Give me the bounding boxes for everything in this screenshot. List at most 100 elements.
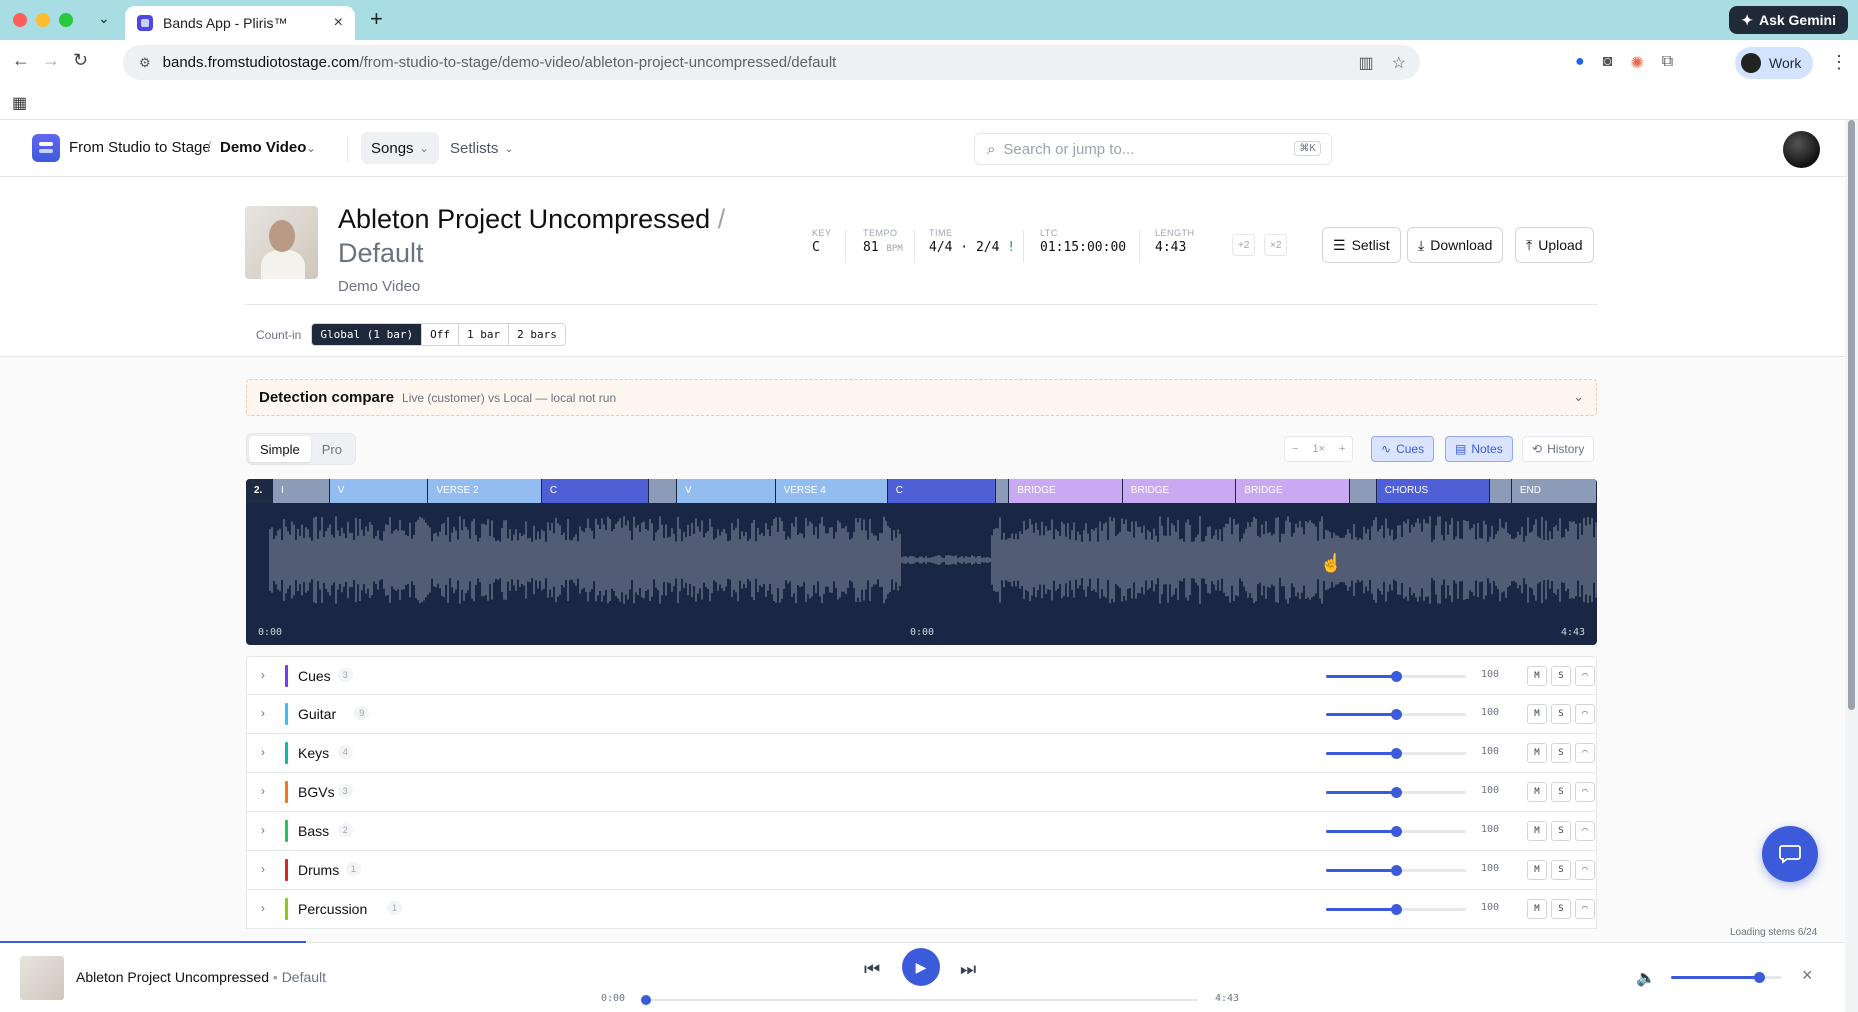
mute-button[interactable]: M — [1527, 860, 1547, 880]
track-volume-slider[interactable] — [1326, 709, 1466, 720]
track-row[interactable]: › Guitar 9 100 M S ◠ — [246, 695, 1597, 734]
section-marker[interactable]: VERSE 4 — [775, 479, 888, 503]
solo-button[interactable]: S — [1551, 782, 1571, 802]
cues-toggle-button[interactable]: ∿ Cues — [1371, 436, 1435, 462]
user-avatar[interactable] — [1783, 131, 1820, 168]
apps-grid-icon[interactable]: ▦ — [12, 93, 27, 113]
mode-simple-button[interactable]: Simple — [249, 436, 311, 462]
track-volume-slider[interactable] — [1326, 904, 1466, 915]
section-marker[interactable] — [1490, 479, 1512, 503]
volume-knob[interactable] — [1391, 709, 1402, 720]
browser-menu-icon[interactable]: ⋮ — [1830, 52, 1848, 73]
notes-toggle-button[interactable]: ▤ Notes — [1445, 436, 1513, 462]
zoom-in-button[interactable]: + — [1332, 443, 1352, 455]
expand-chevron-icon[interactable]: › — [261, 668, 265, 682]
detection-compare-panel[interactable]: Detection compare Live (customer) vs Loc… — [246, 379, 1597, 416]
track-row[interactable]: › Drums 1 100 M S ◠ — [246, 851, 1597, 890]
solo-button[interactable]: S — [1551, 860, 1571, 880]
window-close-button[interactable] — [13, 13, 27, 27]
section-marker[interactable]: BRIDGE — [1236, 479, 1350, 503]
zoom-out-button[interactable]: − — [1285, 443, 1305, 455]
section-marker[interactable]: V — [676, 479, 776, 503]
new-tab-plus-icon[interactable]: + — [370, 6, 383, 32]
volume-knob[interactable] — [1754, 972, 1765, 983]
section-marker[interactable]: BRIDGE — [1009, 479, 1123, 503]
reload-icon[interactable]: ↻ — [73, 50, 88, 71]
track-volume-slider[interactable] — [1326, 865, 1466, 876]
section-marker[interactable]: END — [1511, 479, 1597, 503]
volume-knob[interactable] — [1391, 671, 1402, 682]
volume-knob[interactable] — [1391, 826, 1402, 837]
nav-songs-dropdown[interactable]: Songs ⌄ — [361, 132, 439, 164]
solo-button[interactable]: S — [1551, 821, 1571, 841]
headphones-icon[interactable]: ◠ — [1575, 782, 1595, 802]
track-row[interactable]: › Bass 2 100 M S ◠ — [246, 812, 1597, 851]
transpose-up-button[interactable]: +2 — [1232, 234, 1256, 256]
track-row[interactable]: › Percussion 1 100 M S ◠ — [246, 890, 1597, 929]
profile-button[interactable]: Work — [1735, 47, 1814, 79]
tempo-multiply-button[interactable]: ×2 — [1264, 234, 1288, 256]
bookmark-star-icon[interactable]: ☆ — [1392, 53, 1406, 73]
skip-previous-icon[interactable]: ⏮ — [864, 959, 880, 980]
count-in-option[interactable]: 1 bar — [457, 324, 508, 345]
history-button[interactable]: ⟲ History — [1522, 436, 1595, 462]
close-player-icon[interactable]: × — [1802, 965, 1813, 986]
download-button[interactable]: ⤓ Download — [1407, 227, 1504, 263]
claude-extension-icon[interactable]: ✺ — [1630, 53, 1643, 73]
solo-button[interactable]: S — [1551, 899, 1571, 919]
section-marker[interactable]: C — [887, 479, 996, 503]
search-input[interactable]: ⌕ Search or jump to... ⌘K — [974, 133, 1332, 165]
forward-arrow-icon[interactable]: → — [42, 50, 60, 71]
upload-button[interactable]: ⤒ Upload — [1515, 227, 1594, 263]
section-marker[interactable] — [995, 479, 1010, 503]
expand-chevron-icon[interactable]: ⌄ — [1573, 389, 1584, 405]
volume-knob[interactable] — [1391, 904, 1402, 915]
mute-button[interactable]: M — [1527, 743, 1547, 763]
headphones-icon[interactable]: ◠ — [1575, 666, 1595, 686]
track-volume-slider[interactable] — [1326, 826, 1466, 837]
mute-button[interactable]: M — [1527, 704, 1547, 724]
nav-setlists-dropdown[interactable]: Setlists ⌄ — [450, 132, 514, 164]
section-marker[interactable]: V — [329, 479, 429, 503]
headphones-icon[interactable]: ◠ — [1575, 821, 1595, 841]
reader-mode-icon[interactable]: ▥ — [1359, 53, 1374, 73]
expand-chevron-icon[interactable]: › — [261, 784, 265, 798]
camera-extension-icon[interactable]: ◙ — [1603, 53, 1613, 73]
section-marker[interactable] — [648, 479, 677, 503]
tab-search-chevron-icon[interactable]: ⌄ — [98, 10, 110, 27]
window-minimize-button[interactable] — [36, 13, 50, 27]
track-row[interactable]: › Cues 3 100 M S ◠ — [246, 656, 1597, 695]
password-extension-icon[interactable]: ● — [1575, 53, 1585, 73]
chat-button[interactable] — [1762, 826, 1818, 882]
scrubber-knob[interactable] — [641, 995, 651, 1005]
setlist-button[interactable]: ☰ Setlist — [1322, 227, 1401, 263]
count-in-option[interactable]: Global (1 bar) — [312, 324, 422, 345]
track-volume-slider[interactable] — [1326, 671, 1466, 682]
window-zoom-button[interactable] — [59, 13, 73, 27]
mode-pro-button[interactable]: Pro — [311, 436, 353, 462]
mute-button[interactable]: M — [1527, 782, 1547, 802]
mute-button[interactable]: M — [1527, 899, 1547, 919]
scrollbar-thumb[interactable] — [1848, 120, 1855, 710]
count-in-option[interactable]: Off — [421, 324, 458, 345]
app-logo-icon[interactable] — [32, 134, 60, 162]
expand-chevron-icon[interactable]: › — [261, 706, 265, 720]
expand-chevron-icon[interactable]: › — [261, 901, 265, 915]
section-marker[interactable]: I — [273, 479, 330, 503]
headphones-icon[interactable]: ◠ — [1575, 704, 1595, 724]
section-marker[interactable]: VERSE 2 — [428, 479, 542, 503]
project-chevron-down-icon[interactable]: ⌄ — [306, 141, 316, 155]
solo-button[interactable]: S — [1551, 704, 1571, 724]
address-bar[interactable]: ⚙ bands.fromstudiotostage.com/from-studi… — [123, 45, 1420, 80]
breadcrumb-project[interactable]: Demo Video — [220, 139, 306, 156]
track-volume-slider[interactable] — [1326, 748, 1466, 759]
browser-tab[interactable]: Bands App - Pliris™ × — [125, 6, 355, 40]
back-arrow-icon[interactable]: ← — [12, 50, 30, 71]
playback-scrubber[interactable] — [641, 995, 1198, 1005]
track-row[interactable]: › BGVs 3 100 M S ◠ — [246, 773, 1597, 812]
section-marker[interactable]: BRIDGE — [1122, 479, 1237, 503]
master-volume-slider[interactable] — [1671, 972, 1781, 983]
ask-gemini-button[interactable]: ✦ Ask Gemini — [1729, 6, 1848, 34]
headphones-icon[interactable]: ◠ — [1575, 743, 1595, 763]
volume-knob[interactable] — [1391, 865, 1402, 876]
